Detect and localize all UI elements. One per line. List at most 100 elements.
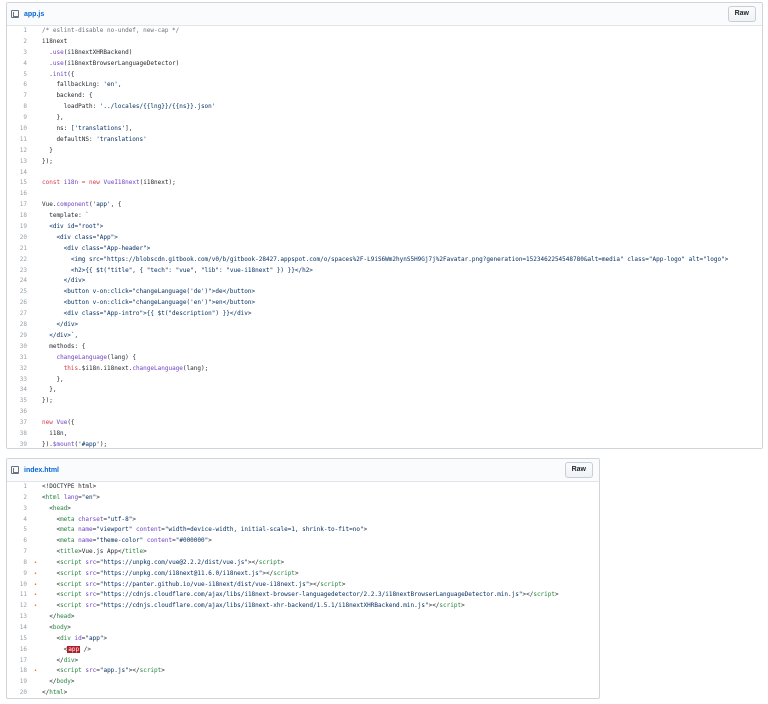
line-number[interactable]: 39 (7, 440, 34, 451)
line-number[interactable]: 8 (7, 102, 34, 113)
file-code-icon (11, 466, 19, 474)
line-code: <div id="app"> (42, 634, 108, 642)
line-code: <button v-on:click="changeLanguage('en')… (42, 299, 256, 307)
line-number[interactable]: 15 (7, 178, 34, 189)
line-number[interactable]: 37 (7, 418, 34, 429)
line-marker (34, 493, 42, 504)
line-number[interactable]: 23 (7, 266, 34, 277)
code-line: 11 defaultNS: 'translations' (7, 135, 762, 146)
line-number[interactable]: 10 (7, 124, 34, 135)
line-number[interactable]: 4 (7, 515, 34, 526)
line-number[interactable]: 20 (7, 233, 34, 244)
line-number[interactable]: 9 (7, 113, 34, 124)
line-number[interactable]: 16 (7, 645, 34, 656)
line-number[interactable]: 30 (7, 342, 34, 353)
code-line: 17 </div> (7, 656, 599, 667)
line-number[interactable]: 29 (7, 331, 34, 342)
line-number[interactable]: 7 (7, 547, 34, 558)
code-line: 5 <meta name="viewport" content="width=d… (7, 525, 599, 536)
line-number[interactable]: 36 (7, 407, 34, 418)
line-number[interactable]: 22 (7, 255, 34, 266)
line-number[interactable]: 10 (7, 580, 34, 591)
line-number[interactable]: 8 (7, 558, 34, 569)
line-number[interactable]: 6 (7, 80, 34, 91)
line-number[interactable]: 28 (7, 320, 34, 331)
line-code: Vue.component('app', { (42, 201, 122, 209)
line-number[interactable]: 25 (7, 287, 34, 298)
line-number[interactable]: 17 (7, 656, 34, 667)
line-code: }, (42, 386, 57, 394)
line-number[interactable]: 7 (7, 91, 34, 102)
line-marker (34, 645, 42, 656)
line-number[interactable]: 2 (7, 37, 34, 48)
raw-button[interactable]: Raw (564, 462, 593, 478)
line-number[interactable]: 1 (7, 26, 34, 37)
line-number[interactable]: 17 (7, 200, 34, 211)
code-line: 32 this.$i18n.i18next.changeLanguage(lan… (7, 364, 762, 375)
file-name-link[interactable]: app.js (24, 11, 44, 18)
line-marker (34, 135, 42, 146)
line-number[interactable]: 27 (7, 309, 34, 320)
line-number[interactable]: 12 (7, 601, 34, 612)
line-number[interactable]: 1 (7, 482, 34, 493)
line-number[interactable]: 9 (7, 569, 34, 580)
line-code: }).$mount('#app'); (42, 440, 108, 448)
line-number[interactable]: 3 (7, 504, 34, 515)
line-number[interactable]: 24 (7, 276, 34, 287)
code-line: 20 <div class="App"> (7, 233, 762, 244)
line-number[interactable]: 33 (7, 375, 34, 386)
line-marker (34, 233, 42, 244)
line-number[interactable]: 18 (7, 666, 34, 677)
line-number[interactable]: 4 (7, 59, 34, 70)
line-number[interactable]: 13 (7, 612, 34, 623)
line-number[interactable]: 11 (7, 590, 34, 601)
line-marker (34, 287, 42, 298)
line-code: }); (42, 157, 53, 165)
line-number[interactable]: 2 (7, 493, 34, 504)
line-number[interactable]: 14 (7, 168, 34, 179)
line-marker (34, 525, 42, 536)
line-marker (34, 634, 42, 645)
line-number[interactable]: 15 (7, 634, 34, 645)
line-number[interactable]: 5 (7, 70, 34, 81)
file-name-link[interactable]: index.html (24, 467, 59, 474)
code-line: 16 (7, 189, 762, 200)
line-marker (34, 353, 42, 364)
line-number[interactable]: 20 (7, 688, 34, 699)
line-code: }, (42, 375, 64, 383)
line-number[interactable]: 26 (7, 298, 34, 309)
line-number[interactable]: 14 (7, 623, 34, 634)
line-number[interactable]: 21 (7, 244, 34, 255)
line-number[interactable]: 35 (7, 396, 34, 407)
line-number[interactable]: 19 (7, 222, 34, 233)
code-line: 7 backend: { (7, 91, 762, 102)
line-marker (34, 113, 42, 124)
line-number[interactable]: 12 (7, 146, 34, 157)
line-marker (34, 375, 42, 386)
code-line: 13}); (7, 157, 762, 168)
line-marker (34, 612, 42, 623)
code-line: 5 .init({ (7, 70, 762, 81)
line-number[interactable]: 13 (7, 157, 34, 168)
line-number[interactable]: 32 (7, 364, 34, 375)
line-number[interactable]: 16 (7, 189, 34, 200)
line-number[interactable]: 19 (7, 677, 34, 688)
line-marker (34, 504, 42, 515)
raw-button[interactable]: Raw (727, 6, 756, 22)
code-line: 12 } (7, 146, 762, 157)
code-line: 35}); (7, 396, 762, 407)
line-code: <h2>{{ $t("title", { "tech": "vue", "lib… (42, 266, 313, 274)
line-marker (34, 124, 42, 135)
line-number[interactable]: 38 (7, 429, 34, 440)
line-number[interactable]: 5 (7, 525, 34, 536)
line-code: changeLanguage(lang) { (56, 353, 136, 361)
line-number[interactable]: 34 (7, 385, 34, 396)
line-number[interactable]: 3 (7, 48, 34, 59)
file-code-icon (11, 10, 19, 18)
line-number[interactable]: 11 (7, 135, 34, 146)
code-line: 6 fallbackLng: 'en', (7, 80, 762, 91)
code-line: 8 • <script src="https://unpkg.com/vue@2.… (7, 558, 599, 569)
line-number[interactable]: 6 (7, 536, 34, 547)
line-number[interactable]: 31 (7, 353, 34, 364)
line-number[interactable]: 18 (7, 211, 34, 222)
